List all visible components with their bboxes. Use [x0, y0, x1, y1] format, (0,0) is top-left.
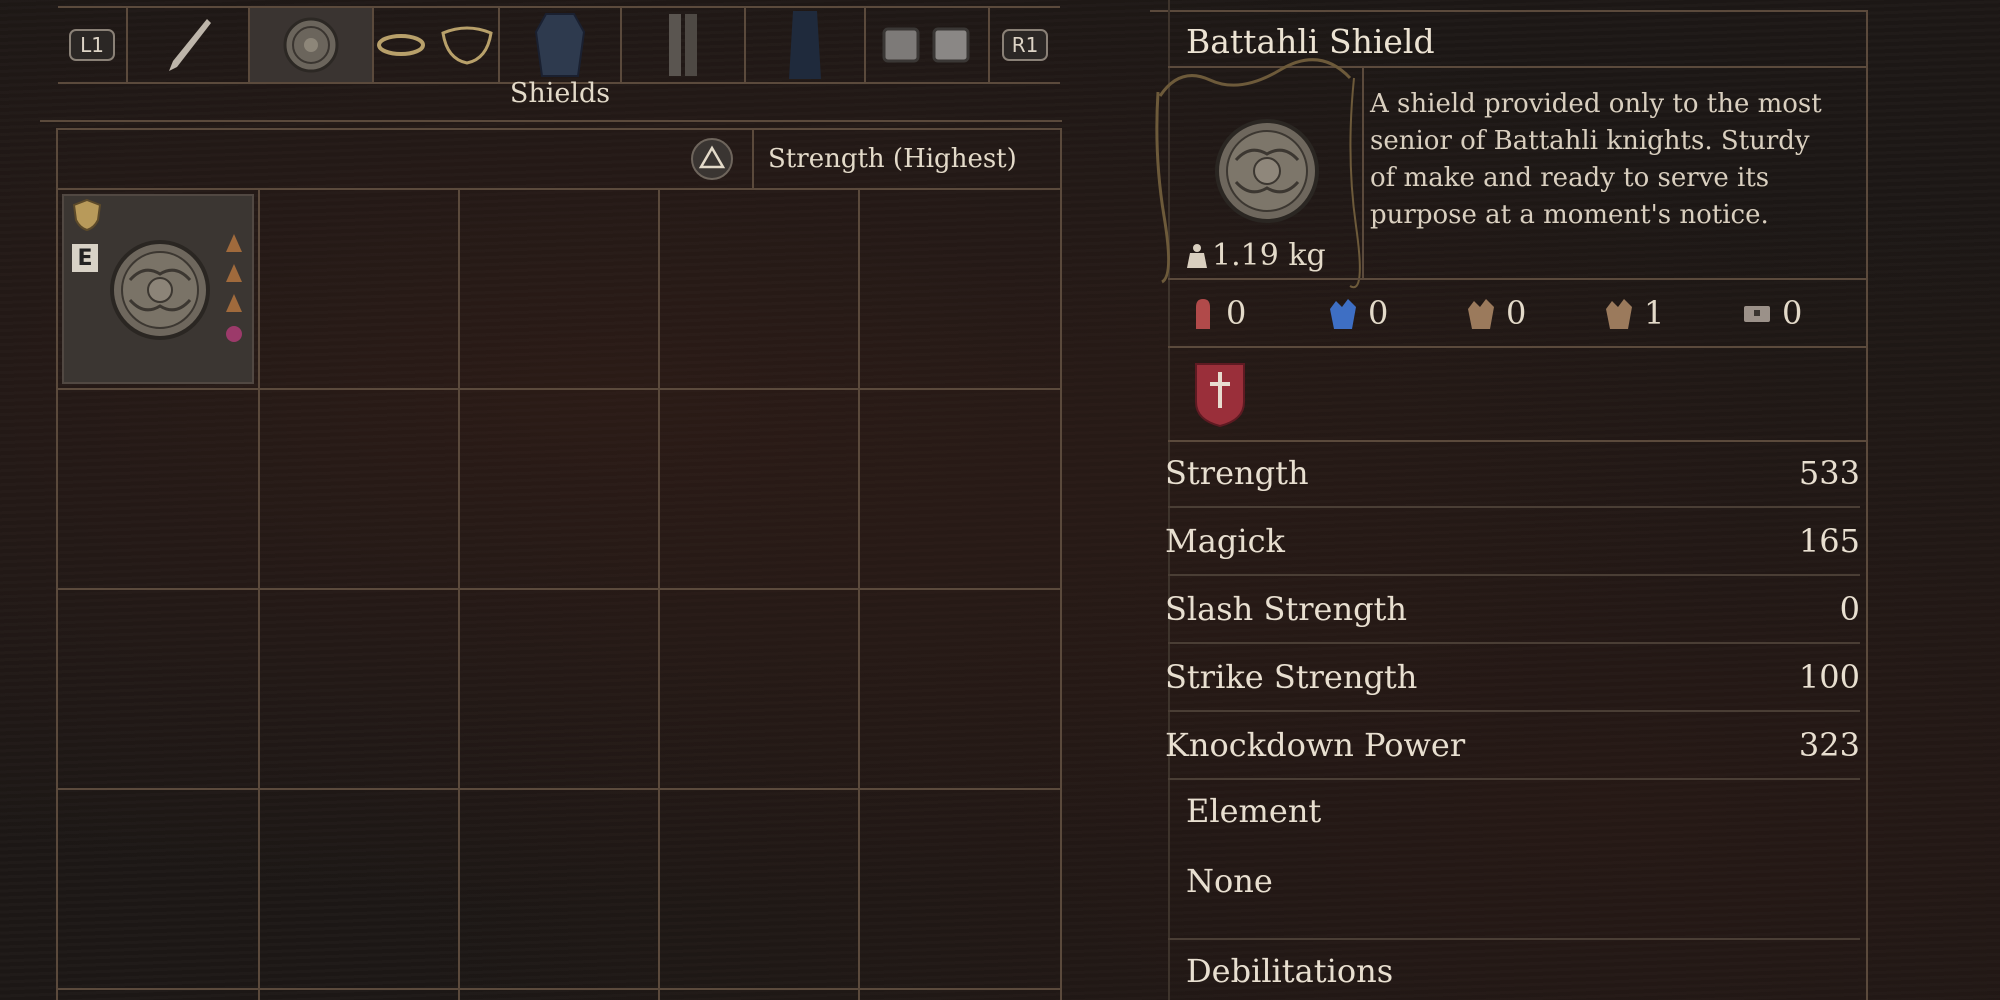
tab-body-armor[interactable] [500, 8, 620, 82]
sort-control[interactable]: Strength (Highest) [680, 130, 1060, 188]
armor-icon [534, 13, 586, 77]
weight-icon [1187, 243, 1207, 268]
mask-icon [441, 26, 493, 65]
hand-2-icon [1606, 299, 1632, 329]
stat-strength: Strength 533 [1165, 454, 1860, 492]
enhance-rank-icon [226, 264, 242, 282]
tab-shield[interactable] [250, 8, 372, 82]
shield-type-icon [72, 198, 102, 232]
triangle-icon [691, 138, 733, 180]
ring-box-icon [882, 27, 920, 63]
enhancement-icons [224, 232, 244, 346]
blue-hand-icon [1330, 299, 1356, 329]
stat-strike-strength: Strike Strength 100 [1165, 658, 1860, 696]
tab-weapon[interactable] [128, 8, 248, 82]
chest-icon [1744, 306, 1770, 322]
stat-knockdown-power: Knockdown Power 323 [1165, 726, 1860, 764]
enhance-special-icon [226, 326, 242, 342]
equipped-badge: E [72, 244, 98, 272]
enhance-rank-icon [226, 234, 242, 252]
tab-cloak[interactable] [746, 8, 864, 82]
stat-magick: Magick 165 [1165, 522, 1860, 560]
resist-slot-1: 0 [1190, 294, 1246, 332]
item-weight: 1.19 kg [1186, 238, 1326, 273]
tab-accessory[interactable] [866, 8, 988, 82]
resist-slot-5: 0 [1742, 294, 1802, 332]
weight-value: 1.19 kg [1212, 238, 1326, 273]
item-portrait-shield-icon [1215, 119, 1319, 223]
tab-leg-armor[interactable] [622, 8, 744, 82]
sort-label: Strength (Highest) [768, 144, 1017, 174]
ring-box-icon [932, 27, 970, 63]
sword-icon [169, 19, 211, 71]
brown-hand-icon [1468, 299, 1494, 329]
fighter-vocation-icon [1195, 363, 1245, 428]
item-description: A shield provided only to the most senio… [1370, 89, 1822, 230]
tab-next-button[interactable]: R1 [990, 8, 1060, 82]
debilitations-label: Debilitations [1186, 952, 1394, 990]
resist-slot-4: 1 [1604, 294, 1664, 332]
element-label: Element [1186, 792, 1322, 830]
category-title: Shields [509, 78, 611, 109]
red-hand-icon [1196, 299, 1210, 329]
battahli-shield-icon [110, 240, 210, 340]
greaves-icon [669, 14, 697, 76]
stat-slash-strength: Slash Strength 0 [1165, 590, 1860, 628]
resist-slot-2: 0 [1328, 294, 1388, 332]
tab-rings[interactable] [374, 8, 498, 82]
tab-prev-button[interactable]: L1 [58, 8, 126, 82]
r1-key: R1 [1002, 29, 1048, 61]
inventory-slot-battahli-shield[interactable]: E [62, 194, 254, 384]
l1-key: L1 [69, 29, 115, 61]
ring-icon [377, 34, 425, 56]
shield-icon [283, 17, 339, 73]
resist-slot-3: 0 [1466, 294, 1526, 332]
cloak-icon [789, 11, 821, 79]
element-value: None [1186, 862, 1273, 900]
enhance-rank-icon [226, 294, 242, 312]
